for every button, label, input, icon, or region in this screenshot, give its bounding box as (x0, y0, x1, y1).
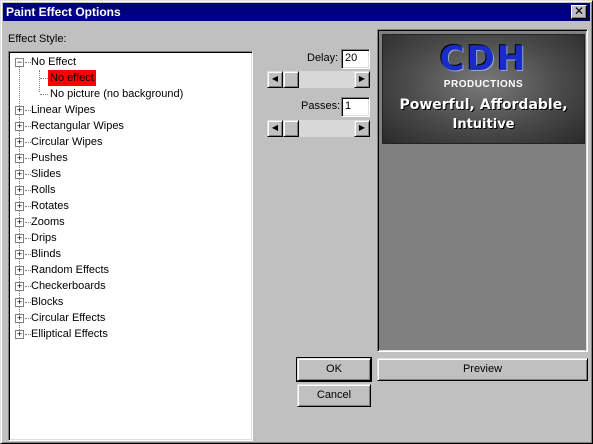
chevron-left-icon: ◀ (271, 123, 279, 132)
tree-item-label: Pushes (31, 152, 68, 164)
tree-item-label: Blocks (31, 296, 64, 308)
tree-item-linear-wipes[interactable]: + Linear Wipes (9, 102, 249, 118)
expand-icon[interactable]: + (15, 138, 24, 147)
scroll-right-button[interactable]: ▶ (354, 71, 370, 88)
expand-icon[interactable]: + (15, 154, 24, 163)
tree-item-zooms[interactable]: + Zooms (9, 214, 249, 230)
tree-item-circular-wipes[interactable]: + Circular Wipes (9, 134, 249, 150)
tree-item-rotates[interactable]: + Rotates (9, 198, 249, 214)
tree-item-no-effect-child[interactable]: No effect (9, 70, 249, 86)
passes-scrollbar[interactable]: ◀ ▶ (267, 120, 370, 137)
tree-item-label-selected: No effect (48, 70, 96, 86)
tree-item-label: Circular Wipes (31, 136, 103, 148)
tree-item-label: Drips (31, 232, 57, 244)
logo-tagline: Powerful, Affordable, (399, 97, 568, 113)
tree-item-slides[interactable]: + Slides (9, 166, 249, 182)
tree-item-drips[interactable]: + Drips (9, 230, 249, 246)
tree-item-label: Checkerboards (31, 280, 106, 292)
effect-style-label: Effect Style: (8, 33, 67, 45)
tree-item-label: Random Effects (31, 264, 110, 276)
tree-item-no-picture[interactable]: No picture (no background) (9, 86, 249, 102)
tree-item-blinds[interactable]: + Blinds (9, 246, 249, 262)
expand-icon[interactable]: + (15, 186, 24, 195)
tree-item-label: Rotates (31, 200, 69, 212)
tree-item-label: Rolls (31, 184, 56, 196)
ok-button[interactable]: OK (296, 357, 372, 382)
expand-icon[interactable]: + (15, 330, 24, 339)
delay-scroll-thumb[interactable] (283, 71, 299, 88)
tree-item-label: Slides (31, 168, 61, 180)
passes-label: Passes: (301, 100, 341, 112)
logo-subtext: PRODUCTIONS (443, 79, 524, 90)
chevron-right-icon: ▶ (358, 74, 366, 83)
scroll-right-button[interactable]: ▶ (354, 120, 370, 137)
tree-connector (40, 94, 48, 95)
expand-icon[interactable]: + (15, 170, 24, 179)
expand-icon[interactable]: + (15, 250, 24, 259)
paint-effect-options-dialog: Paint Effect Options ✕ Effect Style: − N… (0, 0, 593, 444)
logo-text: CDH (439, 39, 528, 79)
tree-connector (40, 78, 48, 79)
tree-item-circular-effects[interactable]: + Circular Effects (9, 310, 249, 326)
expand-icon[interactable]: + (15, 266, 24, 275)
preview-panel: CDH PRODUCTIONS Powerful, Affordable, In… (377, 29, 588, 352)
tree-item-label: Blinds (31, 248, 61, 260)
tree-item-label: No picture (no background) (50, 88, 184, 100)
tree-item-checkerboards[interactable]: + Checkerboards (9, 278, 249, 294)
expand-icon[interactable]: + (15, 106, 24, 115)
delay-scrollbar[interactable]: ◀ ▶ (267, 71, 370, 88)
scroll-left-button[interactable]: ◀ (267, 71, 283, 88)
passes-scroll-thumb[interactable] (283, 120, 299, 137)
passes-value: 1 (345, 100, 352, 112)
chevron-left-icon: ◀ (271, 74, 279, 83)
tree-item-label: Linear Wipes (31, 104, 96, 116)
cancel-button[interactable]: Cancel (297, 384, 371, 407)
expand-icon[interactable]: + (15, 314, 24, 323)
close-button[interactable]: ✕ (571, 5, 587, 19)
scroll-left-button[interactable]: ◀ (267, 120, 283, 137)
expand-icon[interactable]: + (15, 298, 24, 307)
expand-icon[interactable]: + (15, 202, 24, 211)
collapse-icon[interactable]: − (15, 58, 24, 67)
tree-item-pushes[interactable]: + Pushes (9, 150, 249, 166)
tree-item-random-effects[interactable]: + Random Effects (9, 262, 249, 278)
preview-button[interactable]: Preview (377, 358, 588, 381)
tree-item-label: Zooms (31, 216, 65, 228)
expand-icon[interactable]: + (15, 234, 24, 243)
expand-icon[interactable]: + (15, 122, 24, 131)
tree-item-rolls[interactable]: + Rolls (9, 182, 249, 198)
passes-input[interactable]: 1 (341, 97, 370, 117)
window-title: Paint Effect Options (6, 5, 121, 19)
tree-item-blocks[interactable]: + Blocks (9, 294, 249, 310)
effect-style-tree[interactable]: − No Effect No effect No picture (no bac… (8, 51, 253, 441)
delay-label: Delay: (307, 52, 339, 64)
preview-image: CDH PRODUCTIONS Powerful, Affordable, In… (382, 34, 585, 144)
delay-value: 20 (345, 52, 358, 64)
tree-item-label: Circular Effects (31, 312, 106, 324)
tree-item-label: No Effect (31, 56, 77, 68)
tree-item-label: Rectangular Wipes (31, 120, 124, 132)
tree-item-elliptical-effects[interactable]: + Elliptical Effects (9, 326, 249, 342)
logo-tagline-2: Intuitive (452, 117, 515, 132)
tree-item-rectangular-wipes[interactable]: + Rectangular Wipes (9, 118, 249, 134)
title-bar: Paint Effect Options ✕ (3, 3, 590, 21)
expand-icon[interactable]: + (15, 218, 24, 227)
tree-item-no-effect[interactable]: − No Effect (9, 54, 249, 70)
tree-item-label: Elliptical Effects (31, 328, 108, 340)
close-icon: ✕ (573, 4, 585, 18)
delay-input[interactable]: 20 (341, 49, 370, 69)
chevron-right-icon: ▶ (358, 123, 366, 132)
expand-icon[interactable]: + (15, 282, 24, 291)
